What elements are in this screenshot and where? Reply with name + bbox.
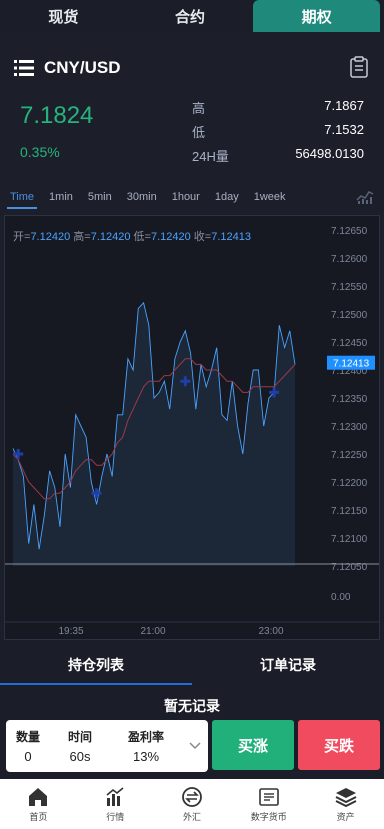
quantity-field[interactable]: 数量 0 [6, 720, 50, 772]
nav-forex[interactable]: 外汇 [154, 779, 231, 829]
ohlc-open-label: 开= [13, 231, 31, 243]
tab-positions[interactable]: 持仓列表 [0, 645, 192, 685]
volume-value: 56498.0130 [295, 146, 364, 161]
trade-settings[interactable]: 数量 0 时间 60s 盈利率 13% [6, 720, 208, 772]
bottom-navigation: 首页 行情 外汇 数字货币 资产 [0, 779, 384, 829]
profit-rate-field[interactable]: 盈利率 13% [110, 720, 182, 772]
empty-message: 暂无记录 [164, 698, 220, 714]
pair-header: CNY/USD 7.1824 0.35% 高 7.1867 低 7.1532 2… [0, 32, 384, 176]
ohlc-low-label: 低= [133, 231, 151, 243]
y-tick-label: 7.12500 [331, 310, 368, 321]
last-price: 7.1824 [20, 102, 94, 129]
ohlc-high: 7.12420 [90, 231, 131, 243]
period-1min[interactable]: 1min [49, 185, 73, 209]
price-chart-svg: 7.12650 7.12600 7.12550 7.12500 7.12450 7.124… [5, 226, 379, 637]
high-value: 7.1867 [324, 98, 364, 113]
volume-label: 24H量 [192, 149, 229, 164]
buy-up-button[interactable]: 买涨 [212, 720, 294, 770]
nav-crypto-label: 数字货币 [250, 811, 287, 822]
current-price-tag: 7.12413 [333, 359, 370, 370]
ohlc-low: 7.12420 [150, 231, 191, 243]
y-tick-label: 7.12200 [331, 478, 368, 489]
nav-crypto[interactable]: 数字货币 [230, 779, 307, 829]
quantity-value: 0 [24, 749, 32, 764]
y-tick-label: 7.12300 [331, 422, 368, 433]
nav-market[interactable]: 行情 [77, 779, 154, 829]
clipboard-icon[interactable] [350, 56, 368, 78]
x-tick-label: 23:00 [258, 626, 283, 637]
pair-selector[interactable]: CNY/USD [14, 58, 121, 78]
period-5min[interactable]: 5min [88, 185, 112, 209]
x-tick-label: 19:35 [58, 626, 83, 637]
price-area [13, 302, 295, 566]
nav-home[interactable]: 首页 [0, 779, 77, 829]
price-chart[interactable]: 7.12650 7.12600 7.12550 7.12500 7.12450 7.124… [4, 215, 380, 640]
expand-trade-settings[interactable] [182, 720, 208, 772]
chart-type-icon[interactable] [356, 188, 374, 204]
volume-tick-label: 0.00 [331, 592, 351, 603]
y-tick-label: 7.12550 [331, 282, 368, 293]
high-label: 高 [192, 101, 206, 116]
market-type-tabs: 现货 合约 期权 [0, 0, 384, 32]
low-value: 7.1532 [324, 122, 364, 137]
ohlc-readout: 开=7.12420 高=7.12420 低=7.12420 收=7.12413 [13, 228, 251, 244]
nav-home-label: 首页 [29, 811, 48, 822]
profit-rate-value: 13% [132, 749, 160, 764]
price-change: 0.35% [20, 144, 60, 160]
profit-rate-label: 盈利率 [127, 730, 164, 744]
tab-orders[interactable]: 订单记录 [192, 645, 384, 685]
tab-options[interactable]: 期权 [253, 0, 381, 32]
y-tick-label: 7.12450 [331, 338, 368, 349]
x-tick-label: 21:00 [140, 626, 165, 637]
y-tick-label: 7.12600 [331, 254, 368, 265]
ohlc-close: 7.12413 [211, 231, 251, 243]
y-tick-label: 7.12150 [331, 506, 368, 517]
tab-contract[interactable]: 合约 [127, 0, 254, 32]
tab-spot[interactable]: 现货 [0, 0, 127, 32]
y-tick-label: 7.12650 [331, 226, 368, 237]
period-selector: Time 1min 5min 30min 1hour 1day 1week [0, 182, 384, 212]
y-tick-label: 7.12100 [331, 534, 368, 545]
y-tick-label: 7.12250 [331, 450, 368, 461]
layers-icon [335, 787, 357, 807]
chevron-down-icon [189, 742, 201, 750]
nav-assets-label: 资产 [336, 811, 355, 822]
period-1day[interactable]: 1day [215, 185, 239, 209]
duration-value: 60s [69, 749, 91, 764]
duration-label: 时间 [67, 730, 92, 744]
buy-down-button[interactable]: 买跌 [298, 720, 380, 770]
list-menu-icon[interactable] [14, 60, 34, 76]
position-tabs: 持仓列表 订单记录 [0, 645, 384, 685]
y-tick-label: 7.12350 [331, 394, 368, 405]
market-chart-icon [106, 786, 124, 806]
ohlc-high-label: 高= [73, 231, 91, 243]
period-30min[interactable]: 30min [127, 185, 157, 209]
nav-forex-label: 外汇 [182, 811, 201, 822]
period-1week[interactable]: 1week [254, 185, 286, 209]
ohlc-open: 7.12420 [30, 231, 71, 243]
forex-icon [182, 786, 202, 807]
period-time[interactable]: Time [6, 185, 38, 209]
ohlc-close-label: 收= [193, 231, 212, 243]
home-icon [29, 787, 48, 806]
duration-field[interactable]: 时间 60s [50, 720, 110, 772]
crypto-screen-icon [258, 787, 279, 806]
nav-assets[interactable]: 资产 [307, 779, 384, 829]
quantity-label: 数量 [15, 730, 40, 744]
period-1hour[interactable]: 1hour [172, 185, 200, 209]
pair-name: CNY/USD [44, 58, 121, 77]
nav-market-label: 行情 [106, 811, 125, 822]
low-label: 低 [192, 125, 206, 140]
